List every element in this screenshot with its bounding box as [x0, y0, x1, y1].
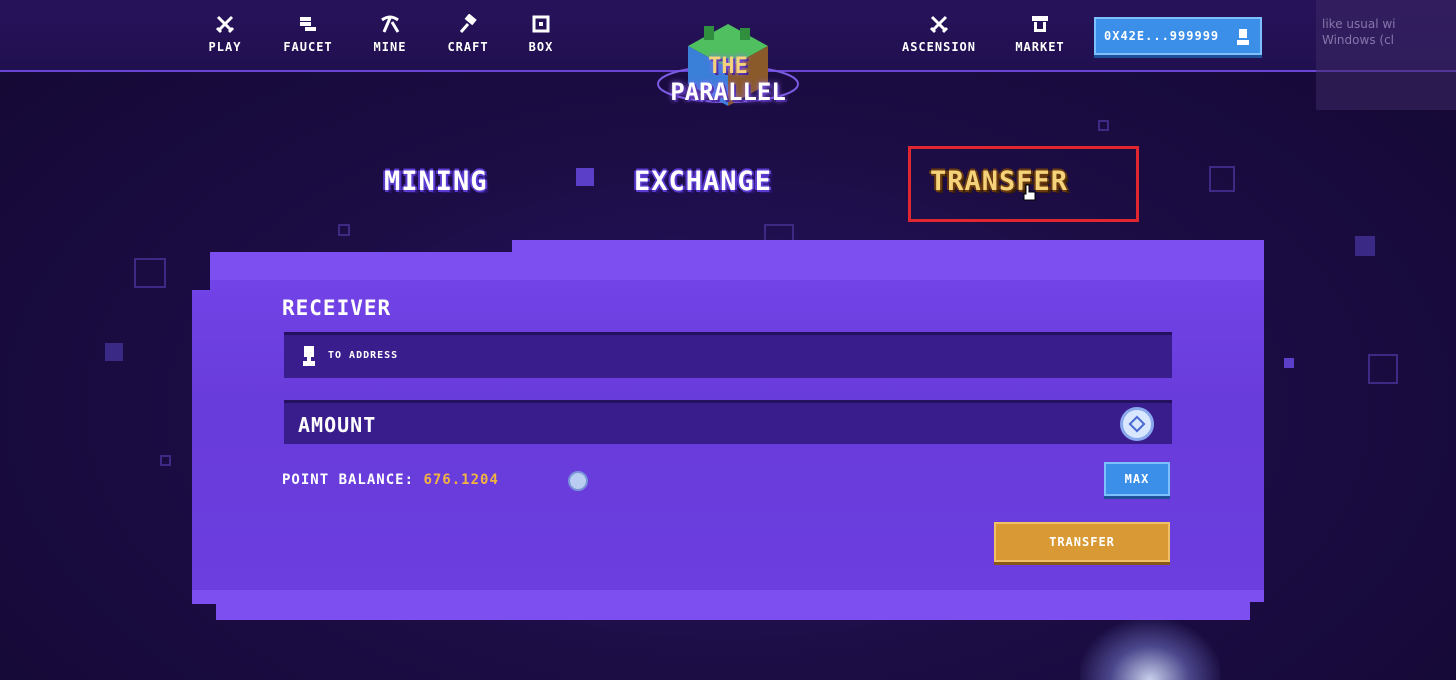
user-icon: [303, 346, 315, 366]
coins-icon: [300, 17, 316, 31]
nav-market[interactable]: MARKET: [1000, 14, 1080, 54]
swords-icon: [929, 15, 949, 34]
logo-line1: THE: [708, 54, 748, 79]
deco-square: [160, 455, 171, 466]
deco-square: [1284, 358, 1294, 368]
nav-faucet[interactable]: FAUCET: [273, 14, 343, 54]
nav-mine[interactable]: MINE: [355, 14, 425, 54]
notification-text: like usual wi Windows (cl: [1322, 17, 1396, 47]
wallet-address: 0X42E...999999: [1104, 29, 1220, 43]
nav-market-label: MARKET: [1015, 40, 1065, 54]
nav-faucet-label: FAUCET: [283, 40, 333, 54]
deco-square: [1355, 236, 1375, 256]
balance-value: 676.1204: [423, 472, 499, 488]
token-icon: [568, 471, 588, 491]
user-icon: [1237, 29, 1249, 45]
nav-craft[interactable]: CRAFT: [433, 14, 503, 54]
hammer-icon: [459, 14, 477, 33]
tab-exchange[interactable]: EXCHANGE: [634, 166, 772, 200]
tab-mining[interactable]: MINING: [384, 166, 488, 200]
nav-ascension-label: ASCENSION: [901, 40, 977, 54]
deco-square: [1368, 354, 1398, 384]
page: PLAY FAUCET MINE CRAFT BOX ASCENSION MAR…: [0, 0, 1456, 680]
nav-play-label: PLAY: [208, 40, 242, 54]
balance-label: POINT BALANCE:: [282, 472, 415, 488]
deco-square: [576, 168, 594, 186]
light-glow: [1080, 620, 1220, 680]
logo[interactable]: THE PARALLEL: [648, 16, 808, 126]
address-placeholder: TO ADDRESS: [328, 350, 399, 361]
wallet-button[interactable]: 0X42E...999999: [1094, 17, 1262, 55]
nav-ascension[interactable]: ASCENSION: [887, 14, 991, 54]
system-notification: like usual wi Windows (cl: [1316, 0, 1456, 110]
pickaxe-icon: [381, 15, 400, 33]
balance-row: POINT BALANCE: 676.1204: [282, 472, 499, 488]
hand-cursor-icon: [1023, 184, 1036, 201]
deco-square: [134, 258, 166, 288]
max-button[interactable]: MAX: [1104, 462, 1170, 496]
deco-square: [105, 343, 123, 361]
logo-line2: PARALLEL: [670, 78, 786, 106]
box-icon: [532, 15, 550, 33]
deco-square: [1098, 120, 1109, 131]
receiver-title: RECEIVER: [282, 296, 392, 320]
transfer-button[interactable]: TRANSFER: [994, 522, 1170, 562]
amount-placeholder: AMOUNT: [298, 413, 377, 437]
address-input[interactable]: TO ADDRESS: [284, 332, 1172, 378]
token-icon: [1120, 407, 1154, 441]
nav-box-label: BOX: [528, 40, 554, 54]
amount-input[interactable]: AMOUNT: [284, 400, 1172, 444]
nav-mine-label: MINE: [373, 40, 407, 54]
nav-box[interactable]: BOX: [506, 14, 576, 54]
nav-craft-label: CRAFT: [447, 40, 489, 54]
deco-square: [338, 224, 350, 236]
nav-play[interactable]: PLAY: [190, 14, 260, 54]
shop-icon: [1032, 16, 1048, 32]
swords-icon: [215, 15, 235, 34]
deco-square: [1209, 166, 1235, 192]
